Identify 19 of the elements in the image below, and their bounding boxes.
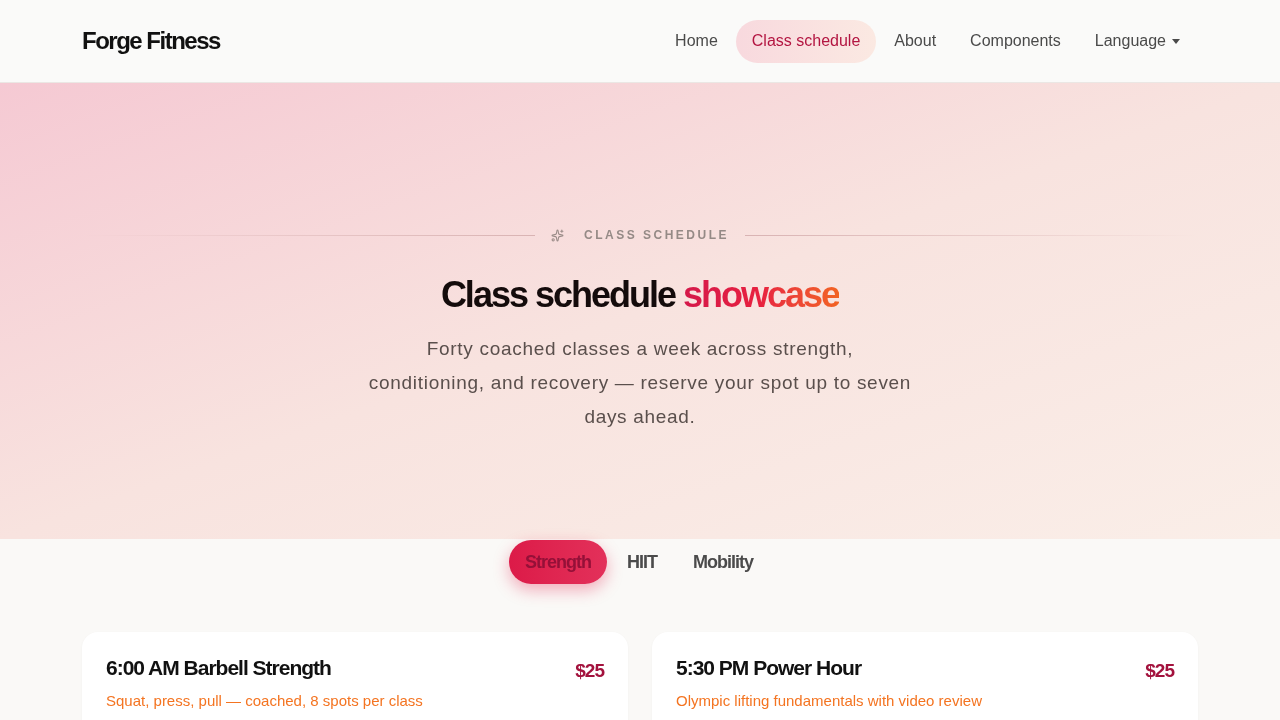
class-description: Olympic lifting fundamentals with video review (676, 690, 983, 711)
class-description: Squat, press, pull — coached, 8 spots per class (106, 690, 424, 711)
sparkle-icon (551, 228, 564, 242)
hero-heading: Class schedule showcase (440, 273, 840, 317)
nav-link[interactable]: Class schedule (735, 19, 877, 63)
eyebrow-label: CLASS SCHEDULE (584, 227, 729, 244)
nav-link[interactable]: About (878, 19, 953, 63)
class-price: $25 (575, 659, 604, 683)
category-tab[interactable]: Mobility (677, 540, 769, 584)
language-dropdown[interactable]: Language (1078, 19, 1196, 63)
class-title: 5:30 PM Power Hour (676, 655, 862, 681)
nav-link[interactable]: Components (954, 19, 1077, 63)
class-price: $25 (1145, 659, 1174, 683)
category-tab[interactable]: HIIT (611, 540, 673, 584)
nav-link[interactable]: Home (659, 19, 734, 63)
hero-description: Forty coached classes a week across strength, conditioning, and recovery — reserve your spot up to seven days ahead. (367, 337, 913, 429)
brand-logo[interactable]: Forge Fitness (82, 23, 220, 59)
caret-icon (1172, 38, 1180, 44)
class-title: 6:00 AM Barbell Strength (106, 655, 331, 681)
